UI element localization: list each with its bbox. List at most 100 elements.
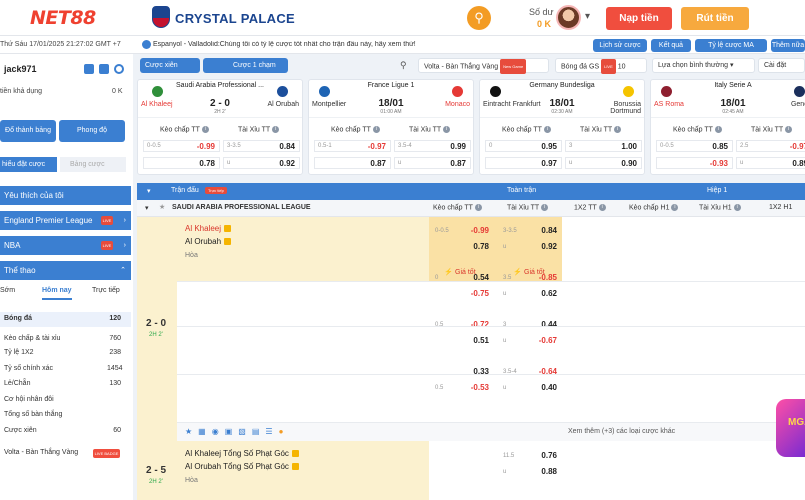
odds-cell[interactable]: 0.97 — [485, 157, 562, 169]
view-icon[interactable]: ◉ — [212, 427, 225, 436]
avatar[interactable] — [556, 5, 581, 30]
match-card[interactable]: France Ligue 1 18/01 01:00 AM Montpellier Mo… — [308, 79, 474, 175]
odds-cell[interactable]: u 0.40 — [500, 381, 560, 395]
odds-cell[interactable]: 0.78 — [143, 157, 220, 169]
match1-home[interactable]: Al Khaleej — [185, 224, 232, 233]
collapse-icon[interactable]: ▾ — [145, 204, 149, 212]
ticker-text[interactable]: Espanyol - Valladolid:Chúng tôi có tỷ lệ… — [153, 41, 443, 48]
odds-cell[interactable]: 0.87 — [314, 157, 391, 169]
bet-history-button[interactable]: Lịch sử cược — [593, 39, 647, 52]
news-icon[interactable]: ▤ — [252, 427, 266, 436]
odds-cell[interactable]: 3 0.44 — [500, 318, 560, 332]
odds-cell[interactable]: -0.93 — [656, 157, 733, 169]
odds-cell[interactable]: 0.5 -0.53 — [432, 381, 492, 395]
odds-cell[interactable]: u 0.87 — [394, 157, 471, 169]
odds-cell[interactable]: 3.5 -0.85 — [500, 271, 560, 285]
results-button[interactable]: Kết quả — [651, 39, 691, 52]
sidebar-row-label[interactable]: Tổng số bàn thắng — [4, 411, 62, 418]
parlay-button[interactable]: Cược xiên — [140, 58, 200, 73]
odds-cell[interactable]: 2.5 -0.97 — [736, 140, 805, 152]
subtab-today[interactable]: Hôm nay — [42, 287, 72, 300]
odds-handicap: 0-0.5 — [660, 143, 674, 149]
subtab-live[interactable]: Trực tiếp — [92, 287, 120, 294]
chart-icon[interactable]: ▧ — [238, 427, 252, 436]
match-card[interactable]: Germany Bundesliga 18/01 02:30 AM Eintracht… — [479, 79, 645, 175]
sidebar-row-label[interactable]: Bóng đá — [4, 315, 32, 322]
promo-widget[interactable]: MGA — [776, 399, 805, 457]
sidebar-row-label[interactable]: Tỷ số chính xác — [4, 365, 53, 372]
odds-cell[interactable]: 0-0.5 -0.99 — [432, 224, 492, 238]
odds-cell[interactable]: u 0.89 — [736, 157, 805, 169]
form-button[interactable]: Phong độ — [59, 120, 125, 142]
odds-cell[interactable]: 3.5-4 -0.64 — [500, 365, 560, 379]
tab-bet-list[interactable]: Bảng cược — [60, 157, 126, 172]
odds-cell[interactable]: 0-0.5 -0.99 — [143, 140, 220, 152]
collapse-icon[interactable]: ▾ — [147, 187, 151, 195]
volta-chip[interactable]: Volta - Bàn Thắng Vàng New Game — [418, 58, 549, 74]
sidebar-epl[interactable]: England Premier League LIVE › — [0, 211, 131, 230]
refresh-icon[interactable] — [114, 64, 124, 74]
odds-cell[interactable]: 0.78 — [432, 240, 492, 254]
withdraw-button[interactable]: Rút tiền — [681, 7, 749, 30]
odds-cell[interactable]: u 0.88 — [500, 465, 560, 479]
sort-select[interactable]: Lựa chọn bình thường ▾ — [652, 58, 755, 73]
settings-button[interactable]: Cài đặt — [758, 58, 805, 73]
deposit-button[interactable]: Nạp tiền — [606, 7, 672, 30]
card-icon[interactable] — [99, 64, 109, 74]
odds-cell[interactable]: 0.51 — [432, 334, 492, 348]
search-icon[interactable]: ⚲ — [467, 6, 491, 30]
subtab-early[interactable]: Sớm — [0, 287, 15, 294]
tv-icon[interactable]: ▣ — [225, 427, 239, 436]
odds-cell[interactable]: u 0.92 — [500, 240, 560, 254]
stats-icon[interactable]: ▦ — [198, 427, 212, 436]
odds-cell[interactable]: 0 0.95 — [485, 140, 562, 152]
match2-home[interactable]: Al Khaleej Tổng Số Phạt Góc — [185, 449, 299, 458]
odds-cell[interactable]: u 0.92 — [223, 157, 300, 169]
odds-cell[interactable]: 3-3.5 0.84 — [500, 224, 560, 238]
one-click-toggle[interactable]: Cược 1 chạm — [203, 58, 288, 73]
more-bets-link[interactable]: Xem thêm (+3) các loại cược khác — [568, 428, 675, 435]
match1-away[interactable]: Al Orubah — [185, 237, 232, 246]
leaderboard-button[interactable]: Đổ thành bảng — [0, 120, 56, 142]
odds-cell[interactable]: u 0.90 — [565, 157, 642, 169]
match2-away[interactable]: Al Orubah Tổng Số Phạt Góc — [185, 462, 299, 471]
odds-cell[interactable]: 0.33 — [432, 365, 492, 379]
tab-bet-slip[interactable]: hiểu đặt cược — [0, 157, 57, 172]
sidebar-row-label[interactable]: Tỷ lệ 1X2 — [4, 349, 34, 356]
odds-cell[interactable]: 3-3.5 0.84 — [223, 140, 300, 152]
search-icon[interactable]: ⚲ — [400, 60, 407, 71]
list-icon[interactable]: ☰ — [265, 427, 278, 436]
star-icon[interactable]: ★ — [159, 203, 165, 211]
odds-type-button[interactable]: Tỷ lệ cược MA — [695, 39, 767, 52]
odds-cell[interactable]: 3 1.00 — [565, 140, 642, 152]
odds-cell[interactable]: 0.5-1 -0.97 — [314, 140, 391, 152]
odds-cell[interactable]: u -0.67 — [500, 334, 560, 348]
star-icon[interactable]: ★ — [185, 427, 198, 436]
odds-cell[interactable]: 11.5 0.76 — [500, 449, 560, 463]
odds-cell[interactable]: 0 0.54 — [432, 271, 492, 285]
odds-cell[interactable]: -0.75 — [432, 287, 492, 301]
odds-cell[interactable]: u 0.62 — [500, 287, 560, 301]
match-card[interactable]: Saudi Arabia Professional ... 2 - 0 2H 2' A… — [137, 79, 303, 175]
sidebar-row-label[interactable]: Lẻ/Chẵn — [4, 380, 30, 387]
sidebar-sports[interactable]: Thể thao ⌃ — [0, 261, 131, 280]
chevron-up-icon: ⌃ — [120, 267, 126, 274]
table-header: ▾ Trận đấu Trực tiếp Toàn trận Hiệp 1 — [137, 183, 805, 200]
odds-cell[interactable]: 3.5-4 0.99 — [394, 140, 471, 152]
sidebar-volta[interactable]: Volta - Bàn Thắng Vàng — [4, 449, 78, 456]
game-icon[interactable]: ● — [279, 427, 290, 436]
odds-cell[interactable]: 0.5 -0.72 — [432, 318, 492, 332]
mail-icon[interactable] — [84, 64, 94, 74]
sidebar-row-label[interactable]: Cơ hội nhân đôi — [4, 396, 54, 403]
chevron-down-icon[interactable]: ▾ — [585, 11, 590, 22]
gs-football-chip[interactable]: Bóng đá GS LIVE 10 — [555, 58, 647, 74]
odds-cell[interactable]: 0-0.5 0.85 — [656, 140, 733, 152]
logo[interactable]: NET88 — [30, 7, 96, 29]
sidebar-favorites[interactable]: Yêu thích của tôi — [0, 186, 131, 205]
match-card[interactable]: Italy Serie A18/0102:45 AMAS RomaGenoaKè… — [650, 79, 805, 175]
username[interactable]: jack971 — [4, 64, 37, 74]
sidebar-row-label[interactable]: Cược xiên — [4, 427, 37, 434]
sidebar-nba[interactable]: NBA LIVE › — [0, 236, 131, 255]
more-button[interactable]: Thêm nữa — [771, 39, 805, 52]
sidebar-row-label[interactable]: Kèo chấp & tài xỉu — [4, 335, 60, 342]
